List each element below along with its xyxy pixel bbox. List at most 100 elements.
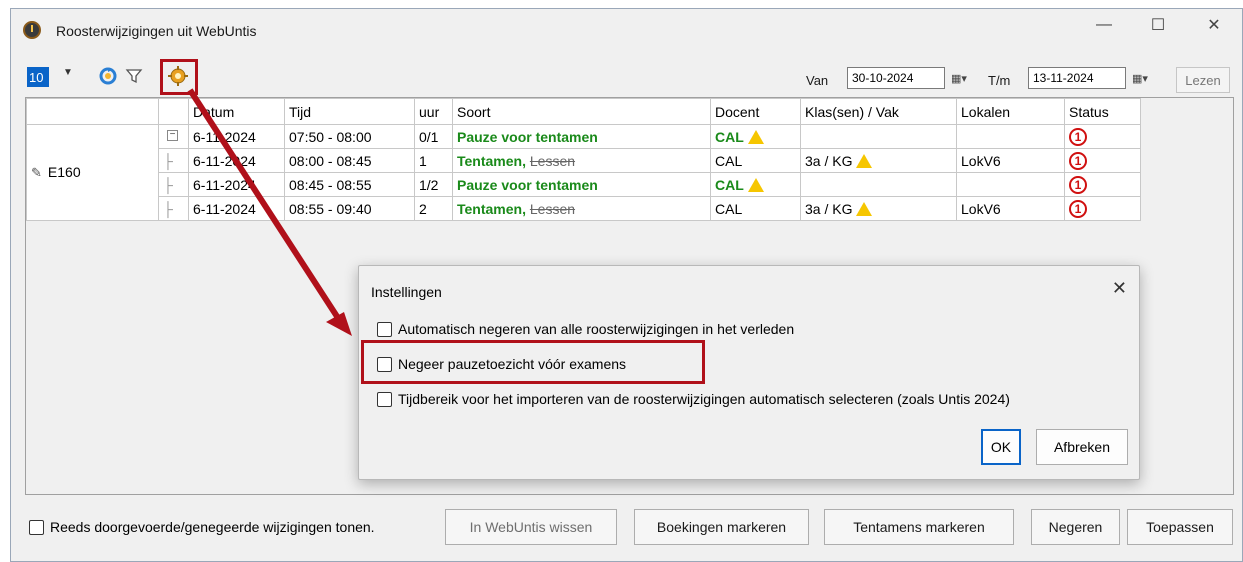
option-highlight [361,340,705,384]
tree-line-icon: ├ [163,152,173,169]
option-auto-ignore-past[interactable]: Automatisch negeren van alle roosterwijz… [377,321,794,337]
tm-date-input[interactable]: 13-11-2024 [1028,67,1126,89]
column-header-soort[interactable]: Soort [452,98,711,125]
count-combobox[interactable]: 10 [27,67,49,87]
chevron-down-icon[interactable]: ▼ [63,67,73,78]
cell-status: 1 [1064,124,1141,149]
maximize-button[interactable]: ☐ [1135,9,1181,41]
cell-klas: 3a / KG [800,196,957,221]
column-header-datum[interactable]: Datum [188,98,285,125]
webuntis-wissen-button[interactable]: In WebUntis wissen [445,509,617,545]
cell-datum: 6-11-2024 [188,124,285,149]
ok-button[interactable]: OK [981,429,1021,465]
cell-lokaal: LokV6 [956,148,1065,173]
cell-uur: 1 [414,148,453,173]
close-button[interactable]: ✕ [1191,9,1237,41]
option-auto-ignore-past-label: Automatisch negeren van alle roosterwijz… [398,321,795,337]
tm-label: T/m [988,73,1011,88]
warning-icon [747,178,764,192]
lezen-button[interactable]: Lezen [1176,67,1230,93]
column-header-tijd[interactable]: Tijd [284,98,415,125]
option-auto-time-range[interactable]: Tijdbereik voor het importeren van de ro… [377,391,1010,407]
van-date-input[interactable]: 30-10-2024 [847,67,945,89]
cell-uur: 1/2 [414,172,453,197]
table-row[interactable]: ├ 6-11-2024 08:45 - 08:55 1/2 Pauze voor ten… [27,172,1141,197]
cell-klas [800,172,957,197]
cell-status: 1 [1064,172,1141,197]
app-icon [23,21,41,39]
tree-cell[interactable]: − [158,124,189,149]
warning-icon [856,202,873,216]
van-calendar-icon[interactable]: ▦▾ [945,68,973,88]
group-cell[interactable]: ✎ E160 [26,124,159,221]
warning-icon [747,130,764,144]
cell-lokaal [956,124,1065,149]
tentamens-markeren-button[interactable]: Tentamens markeren [824,509,1014,545]
status-error-icon[interactable]: 1 [1069,151,1087,170]
cell-soort: Pauze voor tentamen [452,172,711,197]
table-header-row: Datum Tijd uur Soort Docent Klas(sen) / … [26,98,1141,125]
table-row[interactable]: ✎ E160−6-11-2024 07:50 - 08:00 0/1 Pauze voo… [26,124,1141,221]
bottom-bar: Reeds doorgevoerde/genegeerde wijziginge… [11,509,1242,549]
show-done-option[interactable]: Reeds doorgevoerde/genegeerde wijziginge… [29,519,375,535]
afbreken-button[interactable]: Afbreken [1036,429,1128,465]
column-header-status[interactable]: Status [1064,98,1141,125]
title-bar: Roosterwijzigingen uit WebUntis — ☐ ✕ [11,9,1242,49]
negeren-button[interactable]: Negeren [1031,509,1120,545]
show-done-label: Reeds doorgevoerde/genegeerde wijziginge… [50,519,375,535]
column-header-lokalen[interactable]: Lokalen [956,98,1065,125]
option-auto-time-range-checkbox[interactable] [377,391,392,407]
cell-docent: CAL [710,124,801,149]
column-header-uur[interactable]: uur [414,98,453,125]
cell-tijd: 08:00 - 08:45 [284,148,415,173]
minimize-button[interactable]: — [1081,9,1127,41]
status-error-icon[interactable]: 1 [1069,199,1087,218]
cell-datum: 6-11-2024 [188,172,285,197]
edit-icon: ✎ [31,165,42,180]
cell-soort: Tentamen, Lessen [452,196,711,221]
column-header-group [26,98,159,125]
collapse-icon[interactable]: − [167,130,178,141]
tree-cell: ├ [158,196,189,221]
column-header-klas[interactable]: Klas(sen) / Vak [800,98,957,125]
cell-status: 1 [1064,148,1141,173]
tree-line-icon: ├ [163,176,173,193]
option-auto-ignore-past-checkbox[interactable] [377,321,392,337]
option-auto-time-range-label: Tijdbereik voor het importeren van de ro… [398,391,1010,407]
cell-lokaal: LokV6 [956,196,1065,221]
column-header-tree [158,98,189,125]
status-error-icon[interactable]: 1 [1069,175,1087,194]
cell-docent: CAL [710,196,801,221]
cell-docent: CAL [710,172,801,197]
table-row[interactable]: ├ 6-11-2024 08:55 - 09:40 2 Tentamen, Lessen… [27,196,1141,221]
cell-status: 1 [1064,196,1141,221]
cell-uur: 2 [414,196,453,221]
toolbar: 10 ▼ Van 30-10-2024 ▦▾ T/m 13-11-2024 ▦▾… [11,59,1242,95]
cell-klas [800,124,957,149]
settings-highlight [160,59,198,95]
show-done-checkbox[interactable] [29,519,44,535]
cell-soort: Pauze voor tentamen [452,124,711,149]
tree-cell: ├ [158,172,189,197]
cell-docent: CAL [710,148,801,173]
filter-icon[interactable] [123,65,145,87]
close-icon[interactable]: ✕ [1112,278,1127,299]
group-label: E160 [47,164,81,180]
cell-lokaal [956,172,1065,197]
window-title: Roosterwijzigingen uit WebUntis [56,23,257,39]
cell-datum: 6-11-2024 [188,196,285,221]
toepassen-button[interactable]: Toepassen [1127,509,1233,545]
tm-calendar-icon[interactable]: ▦▾ [1126,68,1154,88]
dialog-title: Instellingen [371,284,442,300]
refresh-icon[interactable] [97,65,119,87]
boekingen-markeren-button[interactable]: Boekingen markeren [634,509,809,545]
status-error-icon[interactable]: 1 [1069,127,1087,146]
table-row[interactable]: ├ 6-11-2024 08:00 - 08:45 1 Tentamen, Lessen… [27,148,1141,173]
changes-table: Datum Tijd uur Soort Docent Klas(sen) / … [26,98,1141,221]
cell-uur: 0/1 [414,124,453,149]
cell-soort: Tentamen, Lessen [452,148,711,173]
cell-tijd: 08:45 - 08:55 [284,172,415,197]
tree-cell: ├ [158,148,189,173]
cell-tijd: 07:50 - 08:00 [284,124,415,149]
column-header-docent[interactable]: Docent [710,98,801,125]
